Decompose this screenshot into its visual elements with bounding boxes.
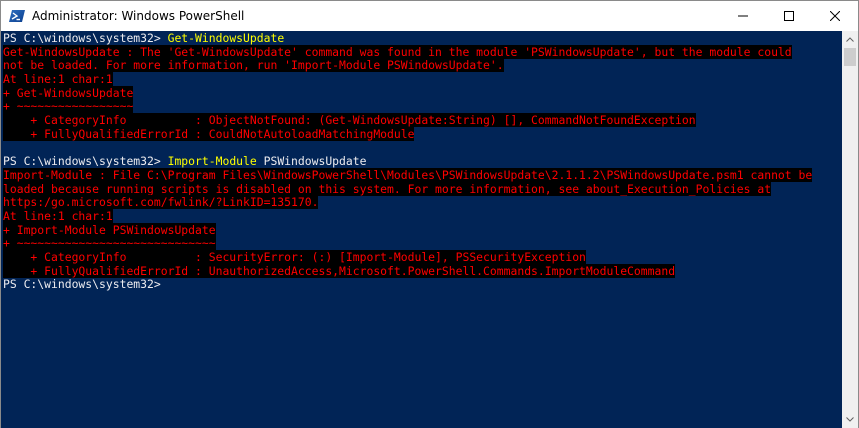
console-line-error: + ~~~~~~~~~~~~~~~~~~~~~~~~~~~~~ bbox=[3, 236, 812, 251]
console-line-prompt: PS C:\windows\system32> bbox=[3, 278, 812, 292]
command-text: Get-WindowsUpdate bbox=[167, 31, 285, 45]
scroll-up-arrow-icon bbox=[846, 37, 854, 42]
minimize-icon bbox=[738, 15, 748, 17]
title-bar[interactable]: Administrator: Windows PowerShell bbox=[1, 1, 858, 31]
error-text: Get-WindowsUpdate : The 'Get-WindowsUpda… bbox=[3, 44, 792, 59]
error-text: + Get-WindowsUpdate bbox=[3, 85, 134, 100]
vertical-scrollbar[interactable] bbox=[842, 31, 858, 428]
console-line-prompt: PS C:\windows\system32> Import-Module PS… bbox=[3, 154, 812, 169]
error-text: + FullyQualifiedErrorId : CouldNotAutolo… bbox=[3, 126, 415, 141]
scrollbar-thumb[interactable] bbox=[844, 48, 856, 66]
window-title: Administrator: Windows PowerShell bbox=[32, 9, 245, 23]
command-text: Import-Module bbox=[167, 154, 257, 169]
error-text: + CategoryInfo : ObjectNotFound: (Get-Wi… bbox=[3, 113, 696, 128]
console-line-error: Import-Module : File C:\Program Files\Wi… bbox=[3, 167, 813, 183]
console-line-error: At line:1 char:1 bbox=[3, 208, 812, 224]
console-line-error: + FullyQualifiedErrorId : CouldNotAutolo… bbox=[3, 126, 812, 142]
error-text: loaded because running scripts is disabl… bbox=[3, 181, 772, 196]
error-text: At line:1 char:1 bbox=[3, 208, 113, 223]
close-button[interactable] bbox=[812, 1, 858, 31]
error-text: not be loaded. For more information, run… bbox=[3, 58, 504, 73]
console-line-error: + Get-WindowsUpdate bbox=[3, 85, 812, 101]
minimize-button[interactable] bbox=[720, 1, 766, 31]
error-text: + ~~~~~~~~~~~~~~~~~ bbox=[3, 99, 134, 114]
console-line-error: not be loaded. For more information, run… bbox=[3, 58, 812, 73]
console-line-error: + CategoryInfo : SecurityError: (:) [Imp… bbox=[3, 250, 812, 265]
console-line-error: + Import-Module PSWindowsUpdate bbox=[3, 222, 812, 238]
error-text: + ~~~~~~~~~~~~~~~~~~~~~~~~~~~~~ bbox=[3, 236, 216, 251]
console-line-error: + FullyQualifiedErrorId : UnauthorizedAc… bbox=[3, 263, 812, 279]
powershell-icon[interactable] bbox=[9, 8, 25, 24]
console-line-prompt: PS C:\windows\system32> Get-WindowsUpdat… bbox=[3, 31, 812, 46]
error-text: At line:1 char:1 bbox=[3, 72, 113, 87]
close-icon bbox=[830, 11, 840, 21]
error-text: https:/go.microsoft.com/fwlink/?LinkID=1… bbox=[3, 195, 319, 210]
prompt-text: PS C:\windows\system32> bbox=[3, 277, 161, 292]
console-line-error: https:/go.microsoft.com/fwlink/?LinkID=1… bbox=[3, 195, 812, 210]
prompt-text: PS C:\windows\system32> bbox=[3, 154, 168, 169]
powershell-window: Administrator: Windows PowerShell PS C:\… bbox=[0, 0, 859, 428]
console-output[interactable]: PS C:\windows\system32> Get-WindowsUpdat… bbox=[1, 31, 842, 428]
error-text: Import-Module : File C:\Program Files\Wi… bbox=[3, 167, 813, 182]
console-line-error: + ~~~~~~~~~~~~~~~~~ bbox=[3, 99, 812, 114]
scroll-up-button[interactable] bbox=[842, 31, 858, 48]
prompt-text: PS C:\windows\system32> bbox=[3, 31, 168, 45]
maximize-icon bbox=[784, 11, 794, 21]
error-text: + Import-Module PSWindowsUpdate bbox=[3, 222, 216, 237]
console-line-error: loaded because running scripts is disabl… bbox=[3, 181, 812, 197]
scroll-down-arrow-icon bbox=[846, 417, 854, 422]
error-text: + CategoryInfo : SecurityError: (:) [Imp… bbox=[3, 250, 586, 264]
scroll-down-button[interactable] bbox=[842, 411, 858, 428]
console-line-error: Get-WindowsUpdate : The 'Get-WindowsUpda… bbox=[3, 44, 812, 60]
console-line-error: + CategoryInfo : ObjectNotFound: (Get-Wi… bbox=[3, 113, 812, 128]
error-text: + FullyQualifiedErrorId : UnauthorizedAc… bbox=[3, 263, 676, 278]
console-line-error: At line:1 char:1 bbox=[3, 72, 812, 87]
command-argument: PSWindowsUpdate bbox=[256, 154, 367, 169]
maximize-button[interactable] bbox=[766, 1, 812, 31]
